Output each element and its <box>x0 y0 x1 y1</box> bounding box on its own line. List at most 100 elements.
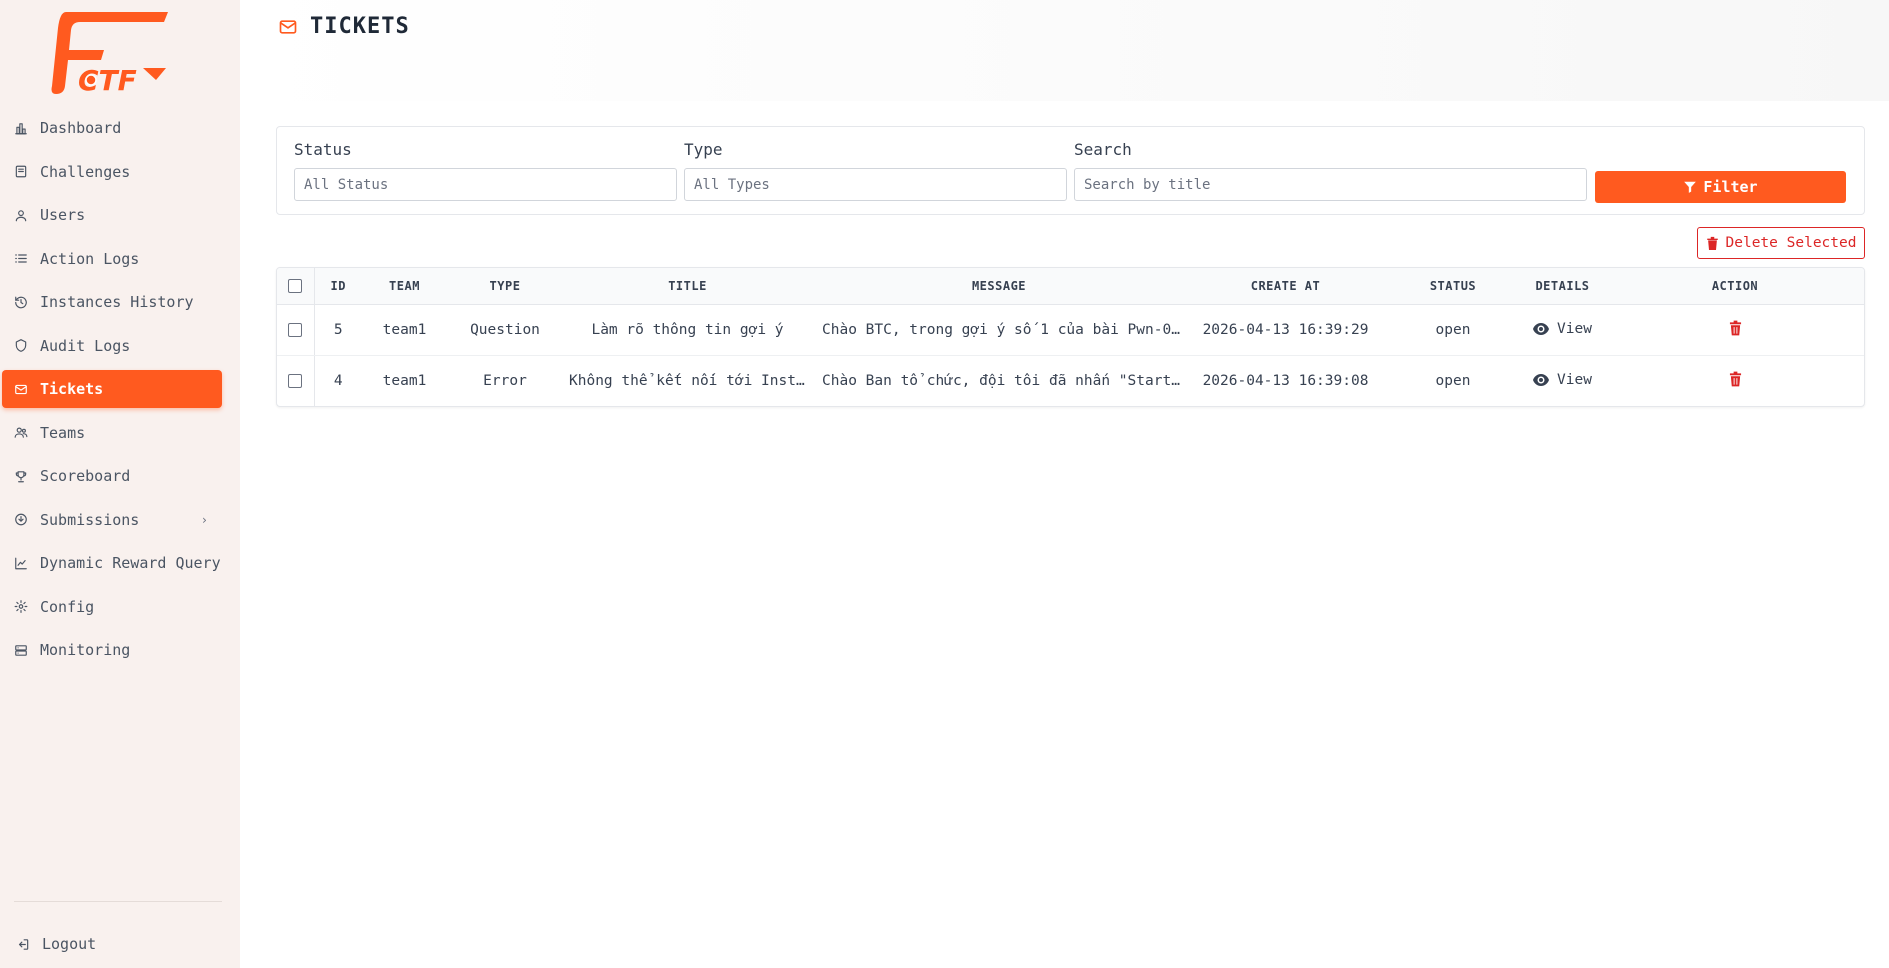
sidebar-item-label: Submissions <box>40 510 140 529</box>
sidebar-item-label: Dashboard <box>40 119 122 137</box>
chart-bar-icon <box>13 121 28 136</box>
cell-type: Error <box>483 372 527 389</box>
funnel-icon <box>1684 181 1697 193</box>
cell-id: 5 <box>314 304 362 356</box>
sidebar-item-submissions[interactable]: Submissions › <box>2 501 222 539</box>
view-button[interactable]: View <box>1533 372 1592 388</box>
column-header-create-at[interactable]: CREATE AT <box>1186 268 1385 305</box>
shield-icon <box>13 338 28 353</box>
table-row[interactable]: 4 team1 Error Không thể kết nối tới Inst… <box>277 355 1864 406</box>
cell-status: open <box>1385 304 1521 356</box>
search-filter-label: Search <box>1074 140 1132 159</box>
sidebar-item-label: Tickets <box>40 380 104 398</box>
chevron-right-icon[interactable]: › <box>201 513 208 527</box>
sidebar-item-label: Scoreboard <box>40 467 131 485</box>
column-header-team[interactable]: TEAM <box>362 268 447 305</box>
book-icon <box>13 164 28 179</box>
sidebar-item-teams[interactable]: Teams <box>2 414 222 452</box>
sidebar-item-scoreboard[interactable]: Scoreboard <box>2 457 222 495</box>
fctf-logo[interactable]: CTF <box>48 10 174 98</box>
line-chart-icon <box>13 556 28 571</box>
filter-button-label: Filter <box>1703 178 1758 196</box>
sidebar-item-label: Action Logs <box>40 249 140 268</box>
server-icon <box>13 643 28 658</box>
trash-icon <box>1729 371 1741 387</box>
column-header-action: ACTION <box>1604 268 1864 305</box>
row-select-cell <box>277 304 315 356</box>
eye-icon <box>1533 322 1550 335</box>
column-header-message[interactable]: MESSAGE <box>812 268 1186 305</box>
row-checkbox[interactable] <box>288 322 303 337</box>
list-icon <box>13 251 28 266</box>
eye-icon <box>1533 373 1550 386</box>
cell-team: team1 <box>382 372 427 389</box>
trophy-icon <box>13 469 28 484</box>
table-row[interactable]: 5 team1 Question Làm rõ thông tin gợi ý … <box>277 304 1864 356</box>
users-icon <box>13 425 28 440</box>
sidebar-item-dashboard[interactable]: Dashboard <box>2 109 222 147</box>
page-title-text: TICKETS <box>310 14 410 39</box>
cell-action <box>1604 304 1864 356</box>
sidebar-item-dynamic-reward-query[interactable]: Dynamic Reward Query <box>2 544 222 582</box>
cell-action <box>1604 355 1864 406</box>
logout-label: Logout <box>42 935 97 953</box>
cell-title: Không thể kết nối tới Instance <box>569 372 812 389</box>
cell-details: View <box>1521 355 1604 406</box>
status-select[interactable]: All Status <box>294 168 677 201</box>
cell-message: Chào Ban tổ chức, đội tôi đã nhấn "Start… <box>822 372 1186 389</box>
sidebar-item-label: Dynamic Reward Query <box>40 554 221 572</box>
sidebar-item-label: Instances History <box>40 293 194 311</box>
sidebar-item-challenges[interactable]: Challenges <box>2 153 222 191</box>
sidebar-item-label: Users <box>40 206 86 224</box>
delete-selected-button[interactable]: Delete Selected <box>1697 227 1865 259</box>
mail-icon <box>13 382 28 397</box>
search-filter-group: Search Search by title <box>1074 140 1587 201</box>
row-checkbox[interactable] <box>288 373 303 388</box>
status-filter-group: Status All Status <box>294 140 677 201</box>
filter-button[interactable]: Filter <box>1595 171 1846 203</box>
search-input[interactable]: Search by title <box>1074 168 1587 201</box>
sidebar-item-config[interactable]: Config <box>2 588 222 626</box>
view-label: View <box>1557 320 1592 337</box>
cell-message: Chào BTC, trong gợi ý số 1 của bài Pwn-0… <box>812 304 1186 356</box>
sidebar-item-audit-logs[interactable]: Audit Logs <box>2 327 222 365</box>
column-header-type[interactable]: TYPE <box>447 268 563 305</box>
page-title: TICKETS <box>278 14 410 39</box>
sidebar-divider <box>14 901 222 902</box>
tickets-table: ID TEAM TYPE TITLE MESSAGE CREATE AT STA… <box>276 267 1865 407</box>
type-filter-label: Type <box>684 140 723 159</box>
history-icon <box>13 295 28 310</box>
filter-panel: Status All Status Type All Types Search … <box>276 126 1865 215</box>
sidebar-item-tickets[interactable]: Tickets <box>2 370 222 408</box>
status-filter-label: Status <box>294 140 352 159</box>
select-all-checkbox[interactable] <box>288 279 303 293</box>
delete-row-button[interactable] <box>1729 371 1742 387</box>
sidebar-item-action-logs[interactable]: Action Logs <box>2 240 222 278</box>
sidebar-item-label: Audit Logs <box>40 336 131 355</box>
cell-type: Question <box>447 304 563 356</box>
column-header-title[interactable]: TITLE <box>563 268 812 305</box>
sidebar-item-label: Challenges <box>40 162 131 181</box>
delete-row-button[interactable] <box>1729 320 1742 336</box>
type-select[interactable]: All Types <box>684 168 1067 201</box>
view-button[interactable]: View <box>1533 321 1592 337</box>
sidebar-item-users[interactable]: Users <box>2 196 222 234</box>
page-header: TICKETS <box>240 0 1889 101</box>
cell-created-at: 2026-04-13 16:39:08 <box>1202 372 1369 389</box>
column-header-id[interactable]: ID <box>314 268 362 305</box>
sidebar-item-instances-history[interactable]: Instances History <box>2 283 222 321</box>
sidebar-item-monitoring[interactable]: Monitoring <box>2 631 222 669</box>
column-header-status[interactable]: STATUS <box>1385 268 1521 305</box>
logout-button[interactable]: Logout <box>4 925 224 963</box>
sidebar-nav: Dashboard Challenges Users Action Logs I… <box>0 109 240 675</box>
cell-team: team1 <box>362 304 447 356</box>
download-circle-icon <box>13 512 28 527</box>
row-select-cell <box>277 355 315 406</box>
table-header-row: ID TEAM TYPE TITLE MESSAGE CREATE AT STA… <box>277 268 1864 305</box>
gear-icon <box>13 599 28 614</box>
cell-created-at: 2026-04-13 16:39:29 <box>1186 304 1385 356</box>
logout-icon <box>15 937 30 952</box>
trash-icon <box>1706 236 1718 250</box>
cell-details: View <box>1521 304 1604 356</box>
column-header-details: DETAILS <box>1521 268 1604 305</box>
